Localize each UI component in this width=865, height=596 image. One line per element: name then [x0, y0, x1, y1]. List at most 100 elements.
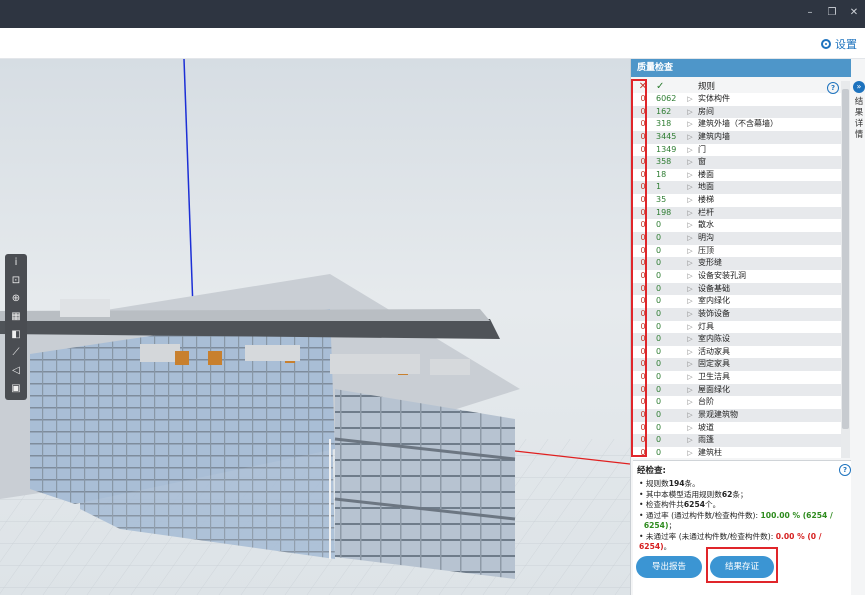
- pass-count: 0: [656, 372, 662, 382]
- table-row[interactable]: 0 318 ▷ 建筑外墙（不含幕墙）: [632, 118, 841, 131]
- 3d-viewport[interactable]: i ⊡ ⊕ ▦ ◧ ⟋ ◁ ▣: [0, 59, 630, 595]
- expand-arrow-icon[interactable]: ▷: [684, 434, 696, 447]
- table-row[interactable]: 0 3445 ▷ 建筑内墙: [632, 130, 841, 144]
- table-row[interactable]: 0 6062 ▷ 实体构件: [632, 93, 841, 106]
- table-row[interactable]: 0 0 ▷ 变形缝: [632, 257, 841, 270]
- expand-arrow-icon[interactable]: ▷: [684, 106, 696, 119]
- table-row[interactable]: 0 0 ▷ 装饰设备: [632, 307, 841, 321]
- table-row[interactable]: 0 162 ▷ 房间: [632, 105, 841, 119]
- table-row[interactable]: 0 18 ▷ 楼面: [632, 168, 841, 182]
- expand-arrow-icon[interactable]: ▷: [684, 346, 696, 359]
- table-row[interactable]: 0 0 ▷ 屋面绿化: [632, 383, 841, 397]
- expand-arrow-icon[interactable]: ▷: [684, 283, 696, 296]
- expand-arrow-icon[interactable]: ▷: [684, 295, 696, 308]
- table-row[interactable]: 0 0 ▷ 景观建筑物: [632, 409, 841, 422]
- table-row[interactable]: 0 358 ▷ 窗: [632, 156, 841, 169]
- quality-check-panel: 质量检查 » 结果详情 ? ✕ ✓ 规则 ? 06062▷实体构件0162▷房间…: [630, 59, 865, 596]
- summary-line: • 检查构件共6254个。: [639, 500, 721, 509]
- expand-arrow-icon[interactable]: ▷: [684, 144, 696, 157]
- table-header: ✕ ✓ 规则 ?: [632, 81, 841, 94]
- result-details-tab[interactable]: » 结果详情: [852, 81, 865, 201]
- rule-name: 楼梯: [698, 195, 714, 205]
- table-row[interactable]: 0 1 ▷ 地面: [632, 181, 841, 195]
- table-row[interactable]: 0 1349 ▷ 门: [632, 143, 841, 157]
- summary-line: • 其中本模型适用规则数62条；: [639, 489, 748, 499]
- side-tab-char: 结: [854, 97, 864, 107]
- viewport-tool-2-icon[interactable]: ⊕: [5, 290, 27, 308]
- rule-name: 建筑内墙: [698, 131, 730, 141]
- rules-table: ✕ ✓ 规则 ? 0 6062 ▷ 实体构件 0 162 ▷ 房间 0 318 ▷ 建筑外墙（不含幕墙…: [632, 81, 841, 458]
- expand-arrow-icon[interactable]: ▷: [684, 358, 696, 371]
- expand-arrow-icon[interactable]: ▷: [684, 219, 696, 232]
- pass-count: 0: [656, 346, 662, 356]
- table-row[interactable]: 0 0 ▷ 压顶: [632, 244, 841, 258]
- minimize-button[interactable]: –: [802, 5, 818, 21]
- close-window-button[interactable]: ✕: [846, 5, 862, 21]
- viewport-tool-3-icon[interactable]: ▦: [5, 308, 27, 326]
- expand-arrow-icon[interactable]: ▷: [684, 409, 696, 422]
- table-scrollbar[interactable]: [841, 81, 850, 458]
- restore-button[interactable]: ❐: [824, 5, 840, 21]
- table-row[interactable]: 0 198 ▷ 栏杆: [632, 206, 841, 220]
- expand-arrow-icon[interactable]: ▷: [684, 169, 696, 182]
- viewport-tool-6-icon[interactable]: ◁: [5, 362, 27, 380]
- pass-count: 0: [656, 283, 662, 293]
- table-row[interactable]: 0 0 ▷ 灯具: [632, 320, 841, 334]
- pass-count: 1: [656, 182, 662, 192]
- summary-help-icon[interactable]: ?: [839, 464, 851, 476]
- table-row[interactable]: 0 0 ▷ 室内陈设: [632, 333, 841, 346]
- pass-count: 0: [656, 308, 662, 318]
- expand-arrow-icon[interactable]: ▷: [684, 384, 696, 397]
- expand-arrow-icon[interactable]: ▷: [684, 321, 696, 334]
- chevron-right-icon[interactable]: »: [853, 81, 865, 93]
- table-row[interactable]: 0 35 ▷ 楼梯: [632, 194, 841, 207]
- viewport-tool-1-icon[interactable]: ⊡: [5, 272, 27, 290]
- expand-arrow-icon[interactable]: ▷: [684, 232, 696, 245]
- side-tab-char: 详: [854, 119, 864, 129]
- table-row[interactable]: 0 0 ▷ 台阶: [632, 396, 841, 410]
- expand-arrow-icon[interactable]: ▷: [684, 308, 696, 321]
- expand-arrow-icon[interactable]: ▷: [684, 194, 696, 207]
- table-row[interactable]: 0 0 ▷ 明沟: [632, 232, 841, 245]
- table-row[interactable]: 0 0 ▷ 坡道: [632, 421, 841, 435]
- expand-arrow-icon[interactable]: ▷: [684, 156, 696, 169]
- help-icon[interactable]: ?: [827, 82, 839, 94]
- table-row[interactable]: 0 0 ▷ 固定家具: [632, 358, 841, 372]
- expand-arrow-icon[interactable]: ▷: [684, 181, 696, 194]
- pass-count: 0: [656, 270, 662, 280]
- expand-arrow-icon[interactable]: ▷: [684, 422, 696, 435]
- top-toolbar: 设置: [0, 28, 865, 59]
- viewport-tool-0-icon[interactable]: i: [5, 254, 27, 272]
- expand-arrow-icon[interactable]: ▷: [684, 333, 696, 346]
- expand-arrow-icon[interactable]: ▷: [684, 447, 696, 458]
- expand-arrow-icon[interactable]: ▷: [684, 396, 696, 409]
- expand-arrow-icon[interactable]: ▷: [684, 245, 696, 258]
- table-row[interactable]: 0 0 ▷ 卫生洁具: [632, 371, 841, 384]
- rule-name: 雨篷: [698, 435, 714, 445]
- viewport-tool-7-icon[interactable]: ▣: [5, 380, 27, 398]
- pass-count: 358: [656, 157, 672, 167]
- expand-arrow-icon[interactable]: ▷: [684, 207, 696, 220]
- table-row[interactable]: 0 0 ▷ 设备安装孔洞: [632, 269, 841, 283]
- expand-arrow-icon[interactable]: ▷: [684, 131, 696, 144]
- table-row[interactable]: 0 0 ▷ 室内绿化: [632, 295, 841, 308]
- settings-button[interactable]: 设置: [821, 36, 857, 52]
- export-report-button[interactable]: 导出报告: [636, 556, 702, 578]
- pass-count: 35: [656, 195, 667, 205]
- expand-arrow-icon[interactable]: ▷: [684, 270, 696, 283]
- scrollbar-thumb[interactable]: [842, 89, 849, 429]
- expand-arrow-icon[interactable]: ▷: [684, 118, 696, 131]
- pass-count: 0: [656, 422, 662, 432]
- table-row[interactable]: 0 0 ▷ 活动家具: [632, 345, 841, 359]
- expand-arrow-icon[interactable]: ▷: [684, 93, 696, 106]
- viewport-tool-5-icon[interactable]: ⟋: [5, 344, 27, 362]
- table-row[interactable]: 0 0 ▷ 建筑柱: [632, 446, 841, 458]
- window-titlebar: – ❐ ✕: [0, 0, 865, 28]
- table-row[interactable]: 0 0 ▷ 设备基础: [632, 282, 841, 296]
- expand-arrow-icon[interactable]: ▷: [684, 371, 696, 384]
- table-row[interactable]: 0 0 ▷ 散水: [632, 219, 841, 233]
- viewport-tool-4-icon[interactable]: ◧: [5, 326, 27, 344]
- expand-arrow-icon[interactable]: ▷: [684, 257, 696, 270]
- table-row[interactable]: 0 0 ▷ 雨篷: [632, 434, 841, 447]
- rule-name: 散水: [698, 220, 714, 230]
